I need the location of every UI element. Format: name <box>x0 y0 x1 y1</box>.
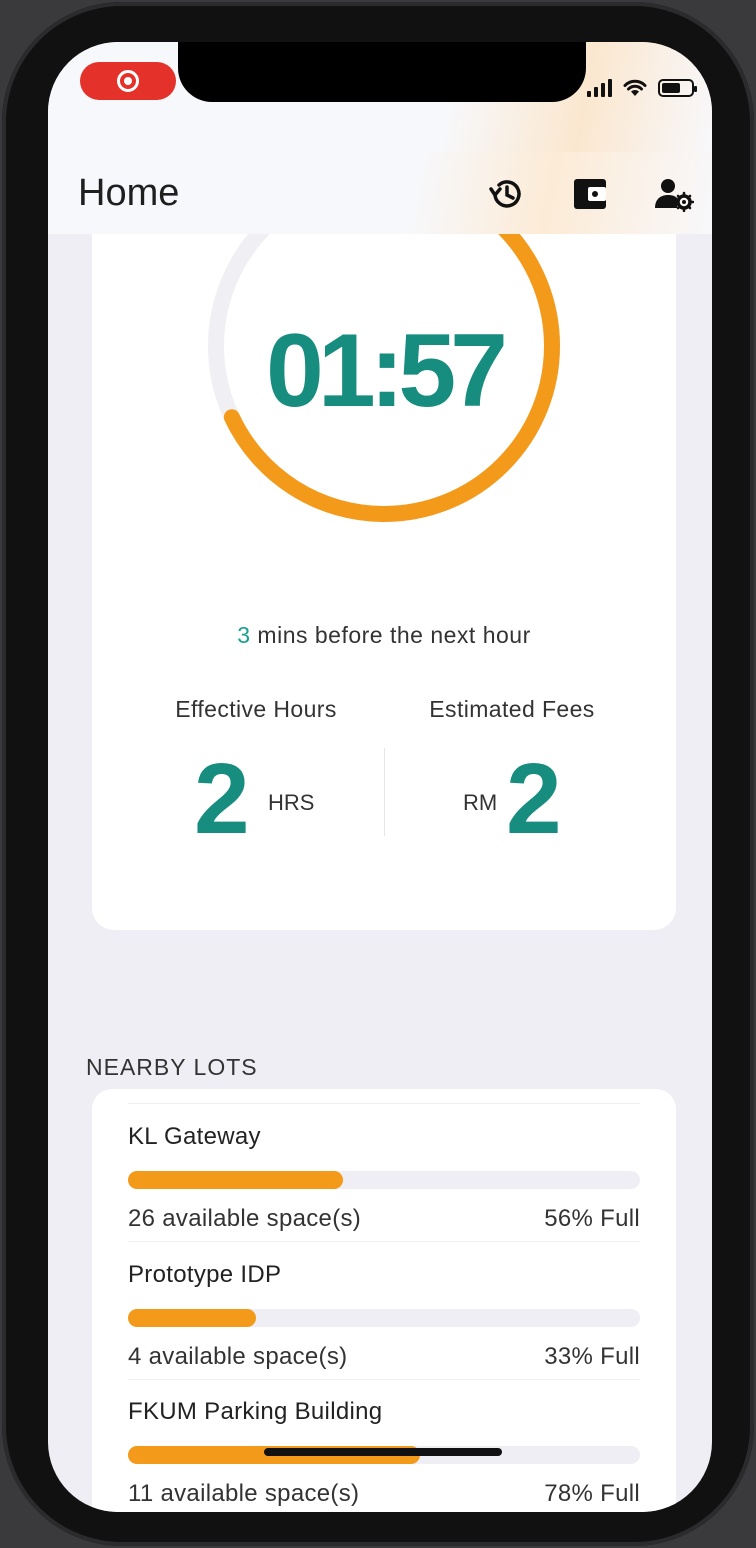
effective-hours-value: 2 <box>194 743 250 855</box>
estimated-fees-currency: RM <box>463 790 498 815</box>
lot-available: 4 available space(s) <box>128 1343 348 1370</box>
lot-occupancy: 33% Full <box>544 1343 640 1370</box>
phone-frame: Home 01:57 3 mins before the next hour E… <box>2 2 754 1546</box>
cellular-signal-icon <box>587 79 612 97</box>
history-icon[interactable] <box>484 172 528 216</box>
list-divider <box>128 1103 640 1104</box>
system-icons <box>587 78 697 98</box>
record-icon <box>117 70 139 92</box>
lot-occupancy: 56% Full <box>544 1205 640 1232</box>
list-divider <box>128 1379 640 1380</box>
next-hour-text: mins before the next hour <box>250 622 531 648</box>
parking-timer: 01:57 <box>266 313 508 429</box>
stats-divider <box>384 748 385 836</box>
home-indicator[interactable] <box>264 1448 502 1456</box>
screen-recording-indicator[interactable] <box>80 62 176 100</box>
lot-name: FKUM Parking Building <box>128 1398 383 1425</box>
lot-occupancy: 78% Full <box>544 1480 640 1507</box>
lot-name: Prototype IDP <box>128 1261 282 1288</box>
page-title: Home <box>78 172 180 214</box>
screen: Home 01:57 3 mins before the next hour E… <box>48 42 712 1512</box>
battery-icon <box>658 79 697 97</box>
lot-item-kl-gateway[interactable]: KL Gateway 26 available space(s) 56% Ful… <box>128 1123 640 1232</box>
session-card: 01:57 3 mins before the next hour Effect… <box>92 170 676 930</box>
lot-available: 11 available space(s) <box>128 1480 360 1507</box>
occupancy-bar <box>128 1171 640 1189</box>
next-hour-minutes: 3 <box>237 622 251 648</box>
nearby-lots-title: NEARBY LOTS <box>86 1054 258 1080</box>
list-divider <box>128 1241 640 1242</box>
lot-name: KL Gateway <box>128 1123 261 1150</box>
lot-item-prototype-idp[interactable]: Prototype IDP 4 available space(s) 33% F… <box>128 1261 640 1370</box>
wallet-icon[interactable] <box>568 172 612 216</box>
effective-hours-unit: HRS <box>268 790 315 815</box>
lot-item-fkum-parking-building[interactable]: FKUM Parking Building 11 available space… <box>128 1398 640 1507</box>
next-hour-note: 3 mins before the next hour <box>92 622 676 649</box>
occupancy-bar-fill <box>128 1309 256 1327</box>
occupancy-bar-fill <box>128 1171 344 1189</box>
effective-hours-label: Effective Hours <box>175 696 337 722</box>
estimated-fees-value: 2 <box>506 743 562 855</box>
app-header: Home <box>48 152 712 234</box>
user-settings-icon[interactable] <box>652 172 696 216</box>
occupancy-bar <box>128 1309 640 1327</box>
notch <box>178 42 586 102</box>
wifi-icon <box>623 79 647 96</box>
estimated-fees-label: Estimated Fees <box>429 696 595 722</box>
lot-available: 26 available space(s) <box>128 1205 362 1232</box>
